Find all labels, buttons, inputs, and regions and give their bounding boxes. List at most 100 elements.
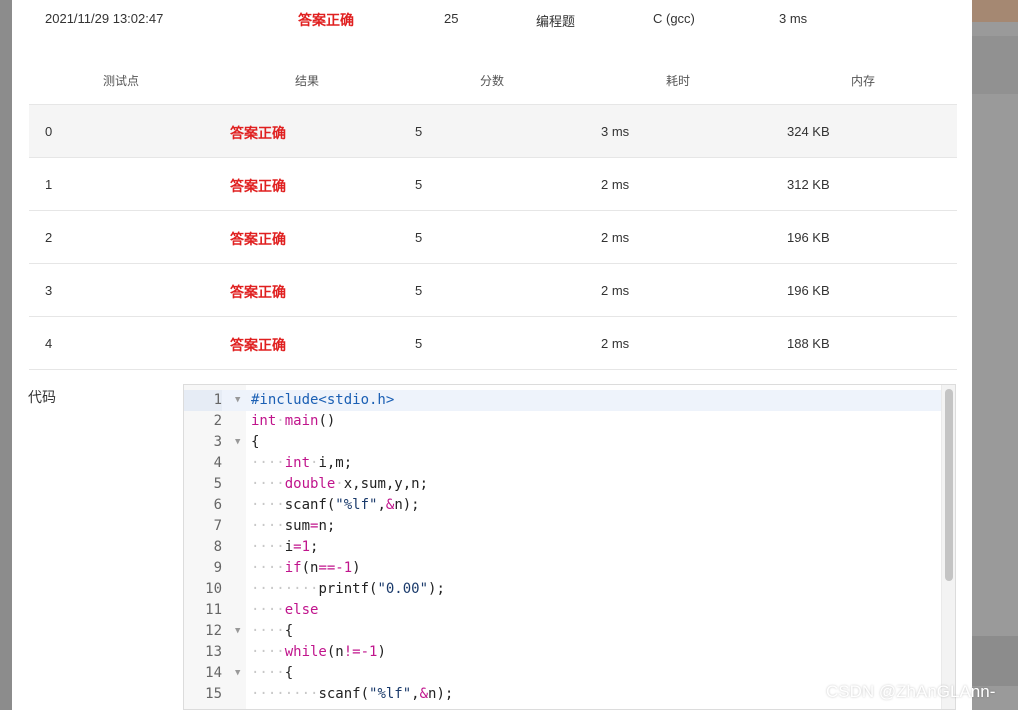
line-number: 3 [213, 434, 222, 450]
cell-test-id: 0 [45, 124, 53, 139]
code-text: ····if(n==-1) [251, 560, 361, 576]
code-text: ····scanf("%lf",&n); [251, 497, 420, 513]
header-score: 分数 [479, 74, 505, 88]
cell-test-id: 3 [45, 283, 53, 298]
code-line: 5 ····double·x,sum,y,n; [184, 474, 955, 495]
line-number: 6 [213, 497, 222, 513]
code-text: ····double·x,sum,y,n; [251, 476, 429, 492]
cell-time: 2 ms [601, 230, 630, 245]
cell-result: 答案正确 [230, 125, 286, 141]
code-text: ····sum=n; [251, 518, 336, 534]
test-case-table: 测试点 结果 分数 耗时 内存 0 答案正确 5 3 ms 324 KB 1 答… [29, 58, 957, 370]
code-editor[interactable]: 1 ▼ #include<stdio.h> 2 int·main() 3 ▼ {… [183, 384, 956, 710]
cell-test-id: 1 [45, 177, 53, 192]
line-number: 9 [213, 560, 222, 576]
code-line: 2 int·main() [184, 411, 955, 432]
cell-memory: 196 KB [787, 230, 830, 245]
submission-duration: 3 ms [779, 11, 808, 26]
table-row: 1 答案正确 5 2 ms 312 KB [29, 157, 957, 210]
code-text: ····i=1; [251, 539, 319, 555]
code-line: 1 ▼ #include<stdio.h> [184, 390, 955, 411]
compiler-language: C (gcc) [653, 11, 695, 26]
header-memory: 内存 [850, 74, 876, 88]
cell-test-id: 2 [45, 230, 53, 245]
table-bottom-divider [29, 369, 957, 370]
backdrop-footer-panel [972, 636, 1018, 686]
fold-arrow-icon[interactable]: ▼ [235, 621, 240, 642]
backdrop-header-bar [972, 0, 1018, 22]
page-backdrop-right [972, 0, 1018, 710]
table-header: 测试点 结果 分数 耗时 内存 [29, 58, 957, 104]
line-number: 1 [184, 390, 222, 411]
cell-result: 答案正确 [230, 231, 286, 247]
cell-memory: 196 KB [787, 283, 830, 298]
backdrop-panel [972, 36, 1018, 94]
code-lines: 1 ▼ #include<stdio.h> 2 int·main() 3 ▼ {… [184, 390, 955, 705]
code-line: 4 ····int·i,m; [184, 453, 955, 474]
line-number: 7 [213, 518, 222, 534]
cell-test-id: 4 [45, 336, 53, 351]
cell-memory: 188 KB [787, 336, 830, 351]
csdn-watermark: CSDN @ZhAnGLAnn- [826, 682, 996, 701]
cell-memory: 324 KB [787, 124, 830, 139]
line-number: 4 [213, 455, 222, 471]
code-text: ········scanf("%lf",&n); [251, 686, 454, 702]
table-row: 0 答案正确 5 3 ms 324 KB [29, 104, 957, 157]
line-number: 15 [205, 686, 222, 702]
fold-arrow-icon[interactable]: ▼ [235, 432, 240, 453]
cell-result: 答案正确 [230, 284, 286, 300]
code-section-label: 代码 [28, 389, 56, 405]
code-text: ········printf("0.00"); [251, 581, 445, 597]
line-number: 5 [213, 476, 222, 492]
cell-time: 2 ms [601, 177, 630, 192]
cell-time: 2 ms [601, 283, 630, 298]
code-line: 8 ····i=1; [184, 537, 955, 558]
cell-time: 2 ms [601, 336, 630, 351]
cell-score: 5 [415, 230, 423, 245]
table-row: 2 答案正确 5 2 ms 196 KB [29, 210, 957, 263]
submission-result: 答案正确 [298, 12, 354, 28]
submit-time: 2021/11/29 13:02:47 [45, 11, 164, 26]
line-number: 14 [205, 665, 222, 681]
header-time: 耗时 [665, 74, 691, 88]
cell-time: 3 ms [601, 124, 630, 139]
cell-score: 5 [415, 124, 423, 139]
submission-score: 25 [444, 11, 459, 26]
cell-memory: 312 KB [787, 177, 830, 192]
code-line: 11 ····else [184, 600, 955, 621]
scrollbar-thumb[interactable] [945, 389, 953, 581]
code-line: 6 ····scanf("%lf",&n); [184, 495, 955, 516]
line-number: 12 [205, 623, 222, 639]
code-text: { [251, 434, 260, 450]
code-text: ····{ [251, 623, 294, 639]
cell-score: 5 [415, 283, 423, 298]
code-text: #include<stdio.h> [251, 392, 395, 408]
cell-result: 答案正确 [230, 178, 286, 194]
line-number: 13 [205, 644, 222, 660]
editor-scrollbar[interactable] [941, 385, 955, 709]
code-line: 14 ▼ ····{ [184, 663, 955, 684]
code-line: 9 ····if(n==-1) [184, 558, 955, 579]
line-number: 2 [213, 413, 222, 429]
line-number: 11 [205, 602, 222, 618]
cell-score: 5 [415, 177, 423, 192]
table-row: 3 答案正确 5 2 ms 196 KB [29, 263, 957, 316]
code-line: 13 ····while(n!=-1) [184, 642, 955, 663]
problem-type: 编程题 [536, 14, 576, 29]
code-line: 12 ▼ ····{ [184, 621, 955, 642]
code-text: ····{ [251, 665, 294, 681]
header-result: 结果 [294, 74, 320, 88]
line-number: 8 [213, 539, 222, 555]
code-line: 10 ········printf("0.00"); [184, 579, 955, 600]
code-line: 3 ▼ { [184, 432, 955, 453]
fold-arrow-icon[interactable]: ▼ [235, 663, 240, 684]
cell-result: 答案正确 [230, 337, 286, 353]
code-text: ····while(n!=-1) [251, 644, 386, 660]
code-text: ····int·i,m; [251, 455, 353, 471]
submission-detail-modal: 2021/11/29 13:02:47 答案正确 25 编程题 C (gcc) … [12, 0, 972, 710]
header-test-case: 测试点 [102, 74, 140, 88]
table-row: 4 答案正确 5 2 ms 188 KB [29, 316, 957, 369]
code-line: 7 ····sum=n; [184, 516, 955, 537]
fold-arrow-icon[interactable]: ▼ [235, 390, 240, 411]
page-backdrop-left [0, 0, 12, 710]
